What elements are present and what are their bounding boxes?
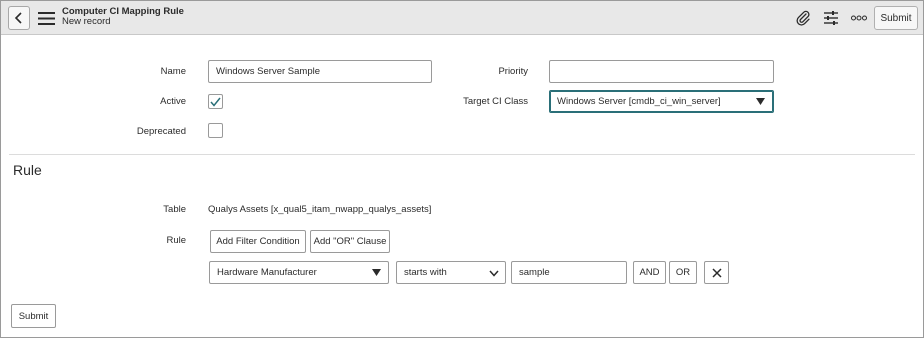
- paperclip-icon[interactable]: [794, 9, 812, 27]
- more-icon[interactable]: [850, 9, 868, 27]
- section-divider: [9, 154, 915, 155]
- chevron-down-icon: [489, 270, 499, 277]
- or-button[interactable]: OR: [669, 261, 697, 284]
- add-filter-condition-button[interactable]: Add Filter Condition: [210, 230, 306, 253]
- title-block: Computer CI Mapping Rule New record: [62, 7, 184, 27]
- target-ci-class-value: Windows Server [cmdb_ci_win_server]: [557, 96, 721, 107]
- header-submit-button[interactable]: Submit: [874, 6, 918, 30]
- table-label: Table: [163, 204, 186, 215]
- priority-label: Priority: [498, 66, 528, 77]
- page-subtitle: New record: [62, 16, 111, 27]
- name-input[interactable]: Windows Server Sample: [208, 60, 432, 83]
- condition-field-value: Hardware Manufacturer: [217, 267, 317, 278]
- target-ci-class-label: Target CI Class: [463, 96, 528, 107]
- chevron-left-icon: [14, 12, 22, 24]
- back-button[interactable]: [8, 6, 30, 30]
- condition-field-select[interactable]: Hardware Manufacturer: [209, 261, 389, 284]
- deprecated-checkbox[interactable]: [208, 123, 223, 138]
- hamburger-menu-icon[interactable]: [38, 11, 55, 25]
- caret-down-icon: [756, 98, 765, 105]
- priority-input[interactable]: [549, 60, 774, 83]
- checkmark-icon: [210, 97, 221, 107]
- page-frame: [0, 0, 924, 338]
- condition-operator-value: starts with: [404, 267, 447, 278]
- form-header: Computer CI Mapping Rule New record Subm…: [1, 1, 923, 35]
- table-value: Qualys Assets [x_qual5_itam_nwapp_qualys…: [208, 204, 432, 215]
- active-label: Active: [160, 96, 186, 107]
- close-icon: [711, 267, 722, 278]
- active-checkbox[interactable]: [208, 94, 223, 109]
- and-button[interactable]: AND: [633, 261, 666, 284]
- condition-operator-select[interactable]: starts with: [396, 261, 506, 284]
- sliders-icon[interactable]: [822, 9, 840, 27]
- remove-condition-button[interactable]: [704, 261, 729, 284]
- name-label: Name: [160, 66, 186, 77]
- condition-value-input[interactable]: sample: [511, 261, 627, 284]
- footer-submit-button[interactable]: Submit: [11, 304, 56, 328]
- add-or-clause-button[interactable]: Add "OR" Clause: [310, 230, 390, 253]
- rule-label: Rule: [166, 235, 186, 246]
- target-ci-class-select[interactable]: Windows Server [cmdb_ci_win_server]: [549, 90, 774, 113]
- caret-down-icon: [372, 269, 381, 276]
- deprecated-label: Deprecated: [136, 126, 186, 137]
- rule-section-title: Rule: [13, 162, 42, 178]
